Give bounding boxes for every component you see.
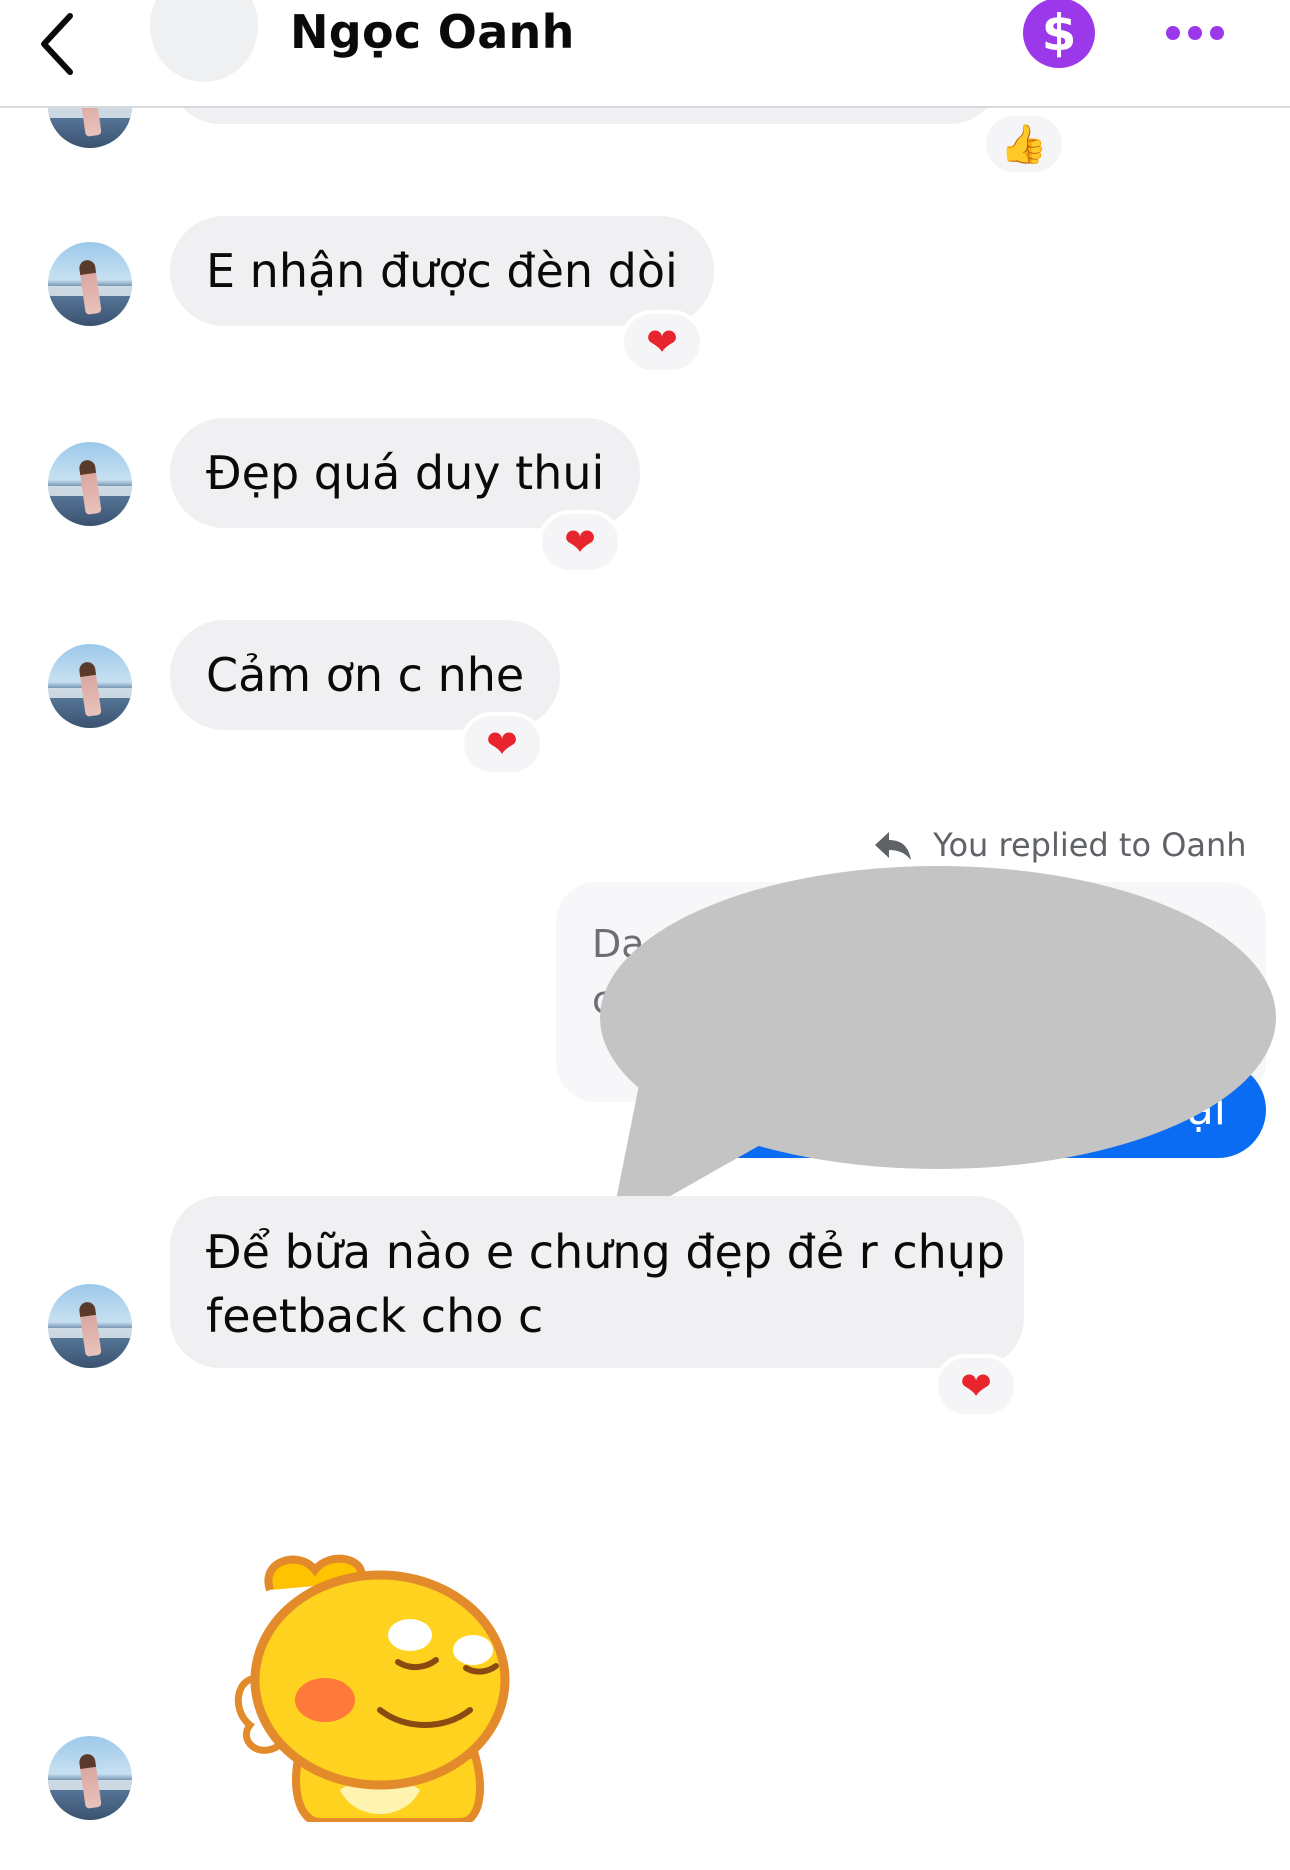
- sender-avatar[interactable]: [48, 242, 132, 326]
- message-text: Cảm ơn c nhe: [206, 648, 525, 702]
- reply-arrow-icon: [875, 832, 911, 860]
- heart-icon: ❤: [564, 520, 596, 564]
- yellow-dinosaur-sticker[interactable]: [230, 1550, 530, 1822]
- dollar-icon: $: [1041, 4, 1077, 62]
- message-text-line: feetback cho c: [206, 1289, 544, 1343]
- reply-label-text: You replied to Oanh: [933, 826, 1247, 864]
- reaction-heart[interactable]: ❤: [538, 510, 622, 574]
- heart-icon: ❤: [960, 1364, 992, 1408]
- sender-avatar[interactable]: [48, 442, 132, 526]
- more-options-button[interactable]: [1160, 6, 1230, 56]
- payment-button[interactable]: $: [1023, 0, 1095, 68]
- contact-name[interactable]: Ngọc Oanh: [290, 0, 575, 64]
- heart-icon: ❤: [646, 320, 678, 364]
- reaction-heart[interactable]: ❤: [620, 310, 704, 374]
- dot-icon: [1210, 26, 1224, 40]
- sender-avatar[interactable]: [48, 1284, 132, 1368]
- message-text-line: Để bữa nào e chưng đẹp đẻ r chụp: [206, 1225, 1006, 1279]
- reaction-heart[interactable]: ❤: [934, 1354, 1018, 1418]
- reply-label: You replied to Oanh: [873, 820, 1247, 870]
- heart-icon: ❤: [486, 722, 518, 766]
- sender-avatar[interactable]: [48, 1736, 132, 1820]
- sender-avatar[interactable]: [48, 644, 132, 728]
- message-text: E nhận được đèn dòi: [206, 244, 678, 298]
- message-text: Đẹp quá duy thui: [206, 446, 605, 500]
- chat-header: Ngọc Oanh $: [0, 0, 1290, 108]
- dot-icon: [1166, 26, 1180, 40]
- contact-avatar[interactable]: [150, 0, 258, 82]
- redaction-overlay: [600, 866, 1276, 1169]
- back-button[interactable]: [30, 6, 90, 76]
- reaction-like[interactable]: 👍: [982, 112, 1066, 176]
- chevron-left-icon: [41, 13, 73, 75]
- dot-icon: [1188, 26, 1202, 40]
- reaction-heart[interactable]: ❤: [460, 712, 544, 776]
- message-bubble[interactable]: E nhận được đèn dòi: [170, 216, 714, 326]
- thumbs-up-icon: 👍: [1000, 122, 1048, 166]
- message-bubble[interactable]: Để bữa nào e chưng đẹp đẻ r chụp feetbac…: [170, 1196, 1024, 1368]
